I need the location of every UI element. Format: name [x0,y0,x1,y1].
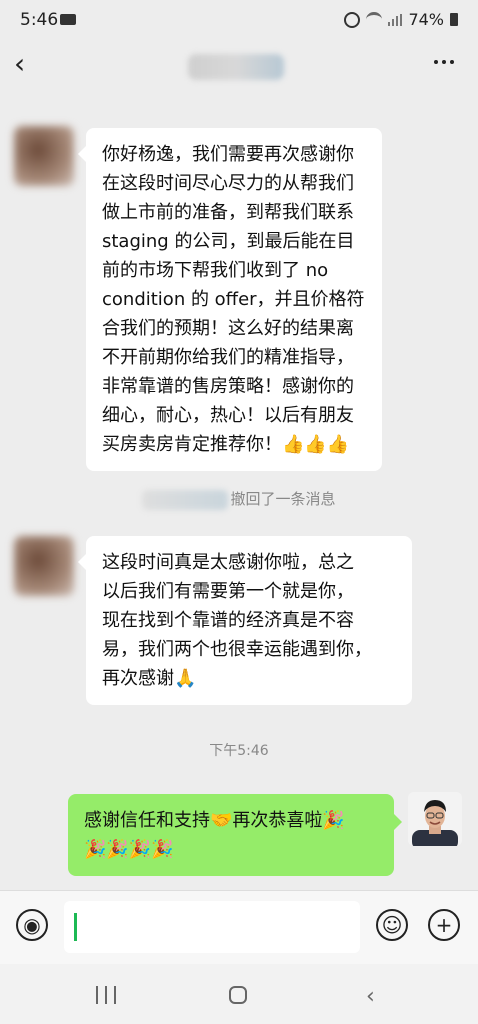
status-time: 5:46 [20,10,59,30]
message-line: 前的市场下帮我们收到了 no [102,260,329,281]
system-nav-bar: ‹ [0,964,478,1024]
message-timestamp: 下午5:46 [209,743,269,759]
message-line: 合我们的预期！这么好的结果离 [102,318,354,339]
chat-header: ‹ [0,42,478,90]
back-arrow-icon[interactable]: ‹ [14,50,42,78]
message-line: staging 的公司，到最后能在目 [102,231,355,252]
voice-icon[interactable]: ◉ [16,909,48,941]
status-right: 74% [344,10,458,29]
message-bubble-2[interactable]: 这段时间真是太感谢你啦，总之 以后我们有需要第一个就是你， 现在找到个靠谱的经济… [78,536,412,705]
message-line: 现在找到个靠谱的经济真是不容 [102,610,354,631]
message-line: 你好杨逸，我们需要再次感谢你 [102,144,354,165]
message-line: 在这段时间尽心尽力的从帮我们 [102,173,354,194]
nav-back-icon[interactable]: ‹ [366,984,375,1009]
message-line: 再次感谢🙏 [102,668,197,689]
signal-icon [388,13,403,26]
recall-text: 撤回了一条消息 [230,490,336,508]
message-line: 感谢信任和支持🤝再次恭喜啦🎉 [84,810,345,831]
recents-icon[interactable] [96,986,116,1004]
message-line: 🎉🎉🎉🎉 [84,839,174,860]
emoji-icon[interactable]: ☺ [376,909,408,941]
message-line: 细心，耐心，热心！以后有朋友 [102,405,354,426]
wifi-icon [366,12,383,27]
recall-sender [142,489,229,510]
message-line: 这段时间真是太感谢你啦，总之 [102,552,354,573]
message-line: 买房卖房肯定推荐你！👍👍👍 [102,434,350,455]
text-cursor [74,913,77,941]
battery-level: 74% [408,10,444,29]
more-icon[interactable] [434,60,454,64]
my-message-bubble[interactable]: 感谢信任和支持🤝再次恭喜啦🎉 🎉🎉🎉🎉 [68,794,402,876]
my-avatar[interactable] [408,792,462,846]
status-bar: 5:46 74% [0,0,478,40]
alarm-icon [344,11,361,28]
avatar-portrait-icon [408,792,462,846]
message-line: 以后我们有需要第一个就是你， [102,581,354,602]
contact-avatar[interactable] [14,126,74,186]
contact-avatar[interactable] [14,536,74,596]
message-input[interactable] [64,901,360,953]
message-line: 易，我们两个也很幸运能遇到你， [102,639,372,660]
input-bar: ◉ ☺ + [0,890,478,965]
recall-notice: 撤回了一条消息 [0,488,478,516]
message-line: 不开前期你给我们的精准指导， [102,347,354,368]
message-line: 非常靠谱的售房策略！感谢你的 [102,376,354,397]
voicemail-icon [60,14,76,25]
battery-icon [450,13,458,26]
chat-title [188,54,284,80]
plus-icon[interactable]: + [428,909,460,941]
message-line: condition 的 offer，并且价格符 [102,289,365,310]
home-icon[interactable] [229,986,247,1004]
message-line: 做上市前的准备，到帮我们联系 [102,202,354,223]
message-bubble-1[interactable]: 你好杨逸，我们需要再次感谢你 在这段时间尽心尽力的从帮我们 做上市前的准备，到帮… [78,128,382,471]
